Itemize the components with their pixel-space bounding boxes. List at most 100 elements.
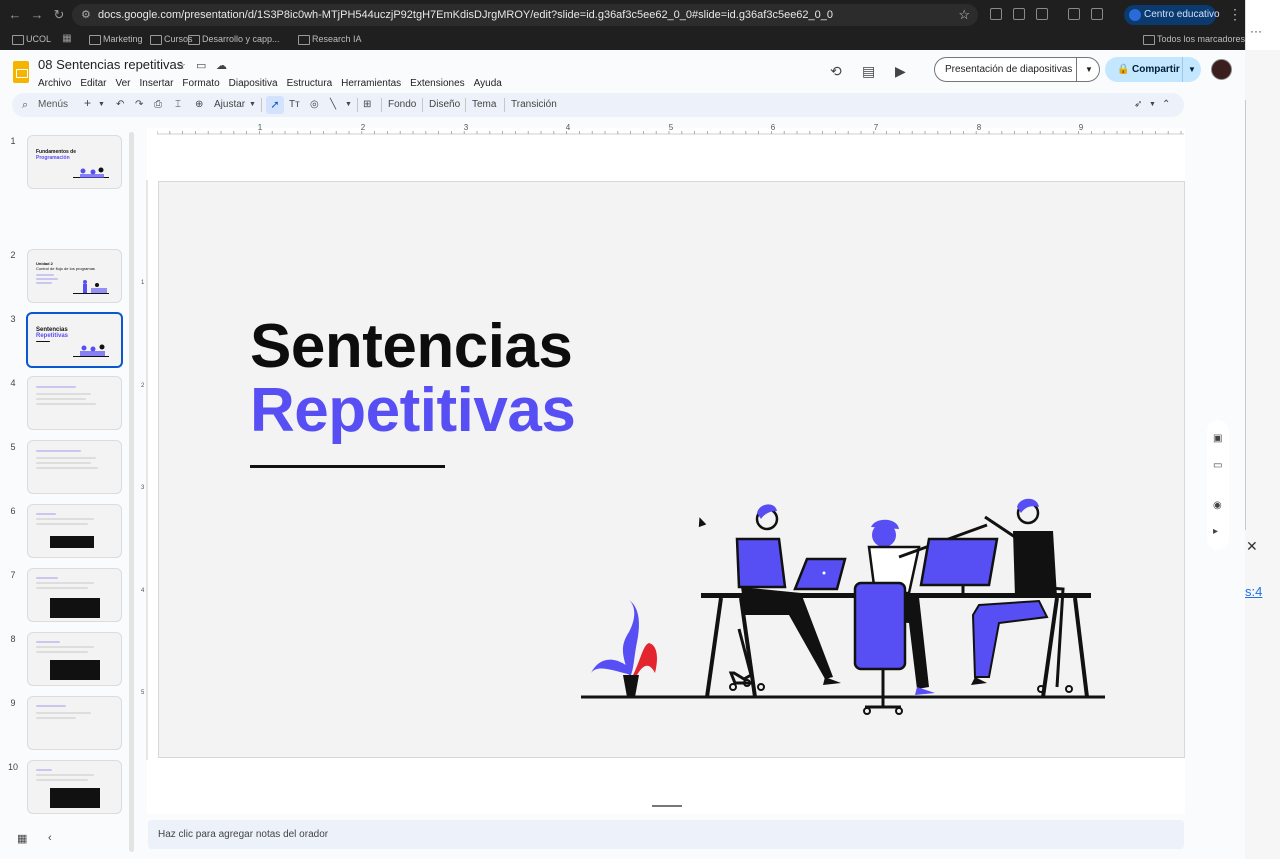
slide-thumbnail-2[interactable]: Unidad 2 Control de flujo de los program…: [27, 249, 122, 303]
bookmark-research[interactable]: Research IA: [298, 32, 362, 46]
menu-herramientas[interactable]: Herramientas: [341, 78, 401, 89]
bookmark-desarrollo[interactable]: Desarrollo y capp...: [188, 32, 280, 46]
record-icon[interactable]: ◉: [1213, 500, 1222, 511]
forward-icon[interactable]: →: [28, 6, 46, 24]
video-icon[interactable]: ▸: [1213, 526, 1218, 537]
title-underline[interactable]: [250, 465, 445, 468]
star-icon[interactable]: ☆: [176, 59, 186, 72]
shape-icon[interactable]: ◎: [310, 98, 319, 112]
slide-thumbnail-9[interactable]: [27, 696, 122, 750]
notes-resize-handle[interactable]: [652, 805, 682, 807]
bookmark-star-icon[interactable]: ☆: [958, 4, 970, 26]
background-button[interactable]: Fondo: [388, 98, 416, 112]
extension-icon[interactable]: [1013, 8, 1025, 20]
teamwork-illustration[interactable]: [579, 497, 1109, 727]
lock-icon: 🔒: [1117, 64, 1130, 75]
slide-thumbnail-1[interactable]: Fundamentos de Programación: [27, 135, 122, 189]
address-bar[interactable]: ⚙ docs.google.com/presentation/d/1S3P8ic…: [72, 4, 978, 26]
slide-thumbnail-10[interactable]: [27, 760, 122, 814]
menu-ver[interactable]: Ver: [115, 78, 130, 89]
account-avatar[interactable]: [1211, 59, 1232, 80]
slide-thumbnail-6[interactable]: [27, 504, 122, 558]
side-panel-icon[interactable]: [1068, 8, 1080, 20]
select-tool-icon[interactable]: ➚: [266, 96, 284, 114]
profile-button[interactable]: Centro educativo: [1124, 5, 1220, 25]
menu-insertar[interactable]: Insertar: [140, 78, 174, 89]
chevron-down-icon[interactable]: ▼: [249, 98, 256, 112]
slide-thumbnail-5[interactable]: [27, 440, 122, 494]
cast-icon[interactable]: [1091, 8, 1103, 20]
reload-icon[interactable]: ↻: [50, 6, 68, 24]
chevron-down-icon[interactable]: ▼: [1188, 57, 1196, 82]
menu-search[interactable]: ⌕ Menús: [16, 96, 78, 114]
menu-extensiones[interactable]: Extensiones: [410, 78, 464, 89]
zoom-select[interactable]: Ajustar: [214, 98, 245, 112]
redo-icon[interactable]: ↷: [135, 98, 143, 112]
layout-button[interactable]: Diseño: [429, 98, 460, 112]
url-text: docs.google.com/presentation/d/1S3P8ic0w…: [98, 9, 834, 21]
bookmark-marketing[interactable]: Marketing: [89, 32, 143, 46]
close-icon[interactable]: ✕: [1246, 538, 1258, 555]
thumb-line: [36, 705, 66, 707]
undo-icon[interactable]: ↶: [116, 98, 124, 112]
version-history-icon[interactable]: ⟲: [830, 63, 842, 80]
move-folder-icon[interactable]: ▭: [196, 59, 206, 72]
share-button[interactable]: 🔒 Compartir ▼: [1105, 57, 1201, 82]
chrome-menu-icon[interactable]: ⋮: [1228, 6, 1242, 23]
menu-editar[interactable]: Editar: [80, 78, 106, 89]
divider: [1076, 58, 1077, 81]
cloud-saved-icon[interactable]: ☁: [216, 59, 227, 72]
grid-view-icon[interactable]: ▦: [17, 832, 27, 845]
bookmark-ucol[interactable]: UCOL: [12, 32, 51, 46]
slideshow-button[interactable]: Presentación de diapositivas ▼: [934, 57, 1100, 82]
all-bookmarks[interactable]: Todos los marcadores: [1143, 32, 1245, 46]
vertical-ruler[interactable]: 1 2 3 4 5: [138, 180, 148, 760]
site-settings-icon[interactable]: ⚙: [81, 4, 91, 26]
slide-thumbnail-3[interactable]: Sentencias Repetitivas: [26, 312, 123, 368]
theme-button[interactable]: Tema: [472, 98, 496, 112]
chevron-down-icon[interactable]: ▼: [345, 98, 352, 112]
chevron-down-icon[interactable]: ▼: [1149, 98, 1156, 112]
collapse-toolbar-icon[interactable]: ⌃: [1162, 98, 1170, 112]
slide-thumbnail-7[interactable]: [27, 568, 122, 622]
paint-format-icon[interactable]: ⌶: [175, 98, 181, 112]
back-icon[interactable]: ←: [6, 6, 24, 24]
slide-thumbnail-8[interactable]: [27, 632, 122, 686]
pointer-mode-icon[interactable]: ➶: [1134, 98, 1142, 112]
horizontal-ruler[interactable]: 1 2 3 4 5 6 7 8 9: [157, 121, 1184, 135]
background-link[interactable]: s:4: [1245, 584, 1262, 599]
slide-canvas[interactable]: Sentencias Repetitivas: [158, 181, 1185, 758]
chevron-down-icon[interactable]: ▼: [1085, 58, 1093, 81]
folder-icon[interactable]: ▭: [1213, 460, 1222, 471]
document-title[interactable]: 08 Sentencias repetitivas: [38, 57, 183, 72]
menu-estructura[interactable]: Estructura: [287, 78, 333, 89]
collapse-filmstrip-icon[interactable]: ‹: [48, 832, 52, 844]
extensions-puzzle-icon[interactable]: [1036, 8, 1048, 20]
menu-diapositiva[interactable]: Diapositiva: [229, 78, 278, 89]
comments-icon[interactable]: ▤: [862, 63, 875, 80]
bookmark-cursos[interactable]: Cursos: [150, 32, 193, 46]
menu-formato[interactable]: Formato: [182, 78, 219, 89]
slide-title-line2[interactable]: Repetitivas: [250, 374, 576, 448]
filmstrip-scrollbar[interactable]: [129, 132, 134, 852]
transition-button[interactable]: Transición: [511, 98, 557, 112]
apps-grid-icon[interactable]: ▦: [58, 32, 76, 50]
menu-archivo[interactable]: Archivo: [38, 78, 71, 89]
comment-add-icon[interactable]: ⊞: [363, 98, 371, 112]
zoom-icon[interactable]: ⊕: [195, 98, 203, 112]
print-icon[interactable]: ⎙: [154, 98, 162, 112]
line-icon[interactable]: ╲: [330, 98, 336, 112]
more-icon[interactable]: ···: [1250, 24, 1262, 38]
meet-icon[interactable]: ▶: [895, 63, 906, 80]
speaker-notes[interactable]: Haz clic para agregar notas del orador: [148, 820, 1184, 849]
thumb-line: [36, 282, 52, 284]
slide-title-line1[interactable]: Sentencias: [250, 310, 573, 384]
menu-ayuda[interactable]: Ayuda: [474, 78, 502, 89]
new-slide-icon[interactable]: +: [84, 96, 91, 110]
extension-icon[interactable]: [990, 8, 1002, 20]
keep-icon[interactable]: ▣: [1213, 433, 1222, 444]
chevron-down-icon[interactable]: ▼: [98, 98, 105, 112]
slides-logo-icon[interactable]: [13, 61, 29, 83]
text-box-icon[interactable]: Tт: [289, 98, 300, 112]
slide-thumbnail-4[interactable]: [27, 376, 122, 430]
